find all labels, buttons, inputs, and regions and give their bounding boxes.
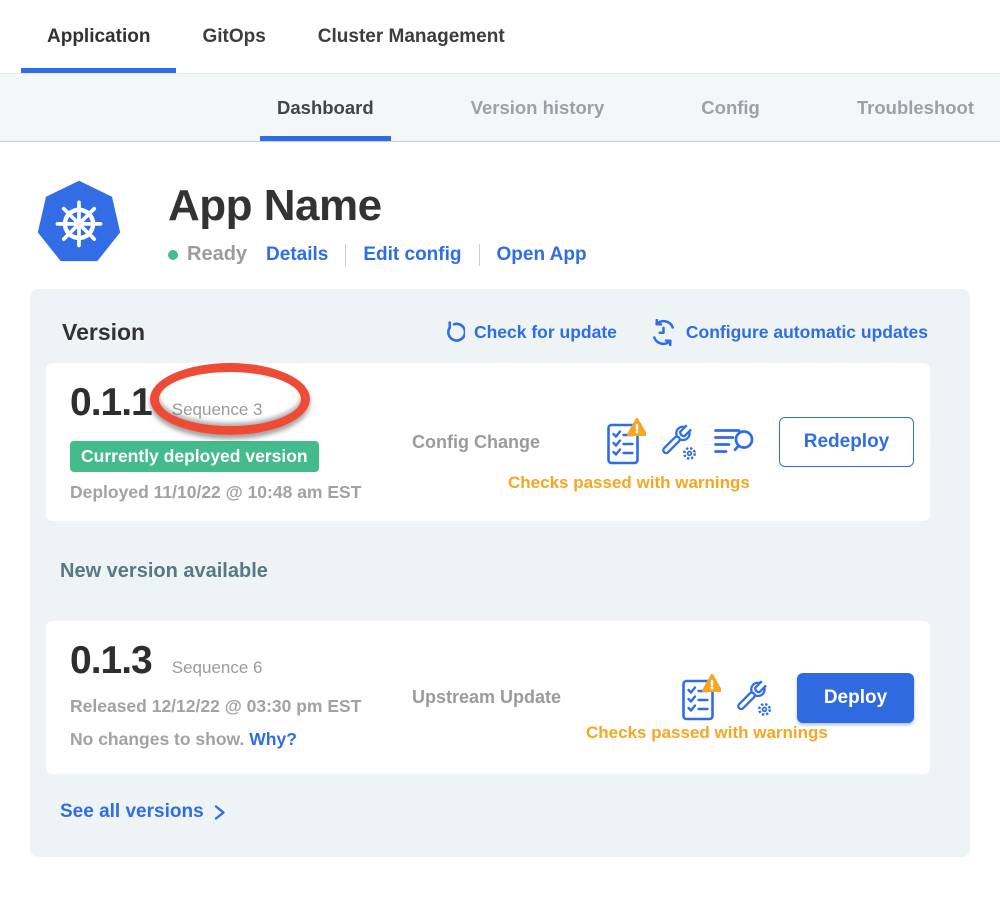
- current-version-card: 0.1.1 Sequence 3 Currently deployed vers…: [46, 363, 930, 521]
- page-title: App Name: [168, 181, 587, 231]
- chevron-right-icon: [214, 804, 226, 821]
- released-timestamp: Released 12/12/22 @ 03:30 pm EST: [70, 696, 412, 717]
- link-open-app[interactable]: Open App: [497, 244, 587, 266]
- why-link[interactable]: Why?: [249, 729, 297, 749]
- deployed-timestamp: Deployed 11/10/22 @ 10:48 am EST: [70, 482, 412, 503]
- status-dot: [168, 250, 178, 260]
- refresh-icon: [442, 321, 465, 344]
- primary-nav: Application GitOps Cluster Management: [0, 0, 1000, 73]
- tab-cluster-management[interactable]: Cluster Management: [292, 0, 531, 73]
- version-heading: Version: [62, 319, 145, 346]
- redeploy-button[interactable]: Redeploy: [779, 417, 914, 467]
- tab-version-history[interactable]: Version history: [454, 74, 622, 141]
- deployed-badge: Currently deployed version: [70, 441, 319, 472]
- new-version-heading: New version available: [60, 560, 970, 583]
- new-sequence-label: Sequence 6: [172, 658, 263, 678]
- see-all-versions-link[interactable]: See all versions: [60, 801, 226, 823]
- version-panel: Version Check for update: [30, 289, 970, 857]
- see-all-versions-label: See all versions: [60, 801, 204, 823]
- configure-updates-link[interactable]: Configure automatic updates: [650, 319, 928, 346]
- link-edit-config[interactable]: Edit config: [363, 244, 461, 266]
- new-checks-status: Checks passed with warnings: [586, 723, 828, 743]
- divider: [479, 244, 480, 266]
- link-details[interactable]: Details: [266, 244, 328, 266]
- current-sequence-label: Sequence 3: [172, 400, 263, 420]
- status-text: Ready: [187, 243, 247, 266]
- new-version-card: 0.1.3 Sequence 6 Released 12/12/22 @ 03:…: [46, 621, 930, 774]
- tab-config[interactable]: Config: [684, 74, 777, 141]
- no-changes-text: No changes to show. Why?: [70, 729, 412, 750]
- configure-updates-label: Configure automatic updates: [686, 322, 928, 343]
- version-panel-header: Version Check for update: [30, 289, 970, 346]
- current-checks-status: Checks passed with warnings: [508, 473, 750, 493]
- edit-config-icon[interactable]: [661, 421, 699, 463]
- view-files-icon[interactable]: [714, 427, 756, 457]
- current-version-number: 0.1.1: [70, 381, 152, 425]
- preflight-checks-icon[interactable]: [606, 418, 646, 466]
- new-version-number: 0.1.3: [70, 639, 152, 683]
- kubernetes-logo: [35, 179, 123, 267]
- warning-triangle-icon: [629, 420, 646, 435]
- scheduled-update-icon: [650, 319, 677, 346]
- app-header: App Name Ready Details Edit config Open …: [0, 142, 1000, 267]
- check-for-update-link[interactable]: Check for update: [442, 321, 617, 344]
- no-changes-label: No changes to show.: [70, 729, 244, 749]
- tab-gitops[interactable]: GitOps: [176, 0, 291, 73]
- tab-troubleshoot[interactable]: Troubleshoot: [840, 74, 991, 141]
- warning-triangle-icon: [704, 675, 721, 690]
- tab-dashboard[interactable]: Dashboard: [260, 74, 391, 141]
- new-source-label: Upstream Update: [412, 639, 595, 756]
- deploy-button[interactable]: Deploy: [797, 673, 914, 723]
- divider: [345, 244, 346, 266]
- preflight-checks-icon[interactable]: [681, 674, 721, 722]
- edit-config-icon[interactable]: [736, 677, 774, 719]
- check-for-update-label: Check for update: [474, 322, 617, 343]
- secondary-nav: Dashboard Version history Config Trouble…: [0, 73, 1000, 142]
- status-row: Ready Details Edit config Open App: [168, 243, 587, 266]
- tab-application[interactable]: Application: [21, 0, 176, 73]
